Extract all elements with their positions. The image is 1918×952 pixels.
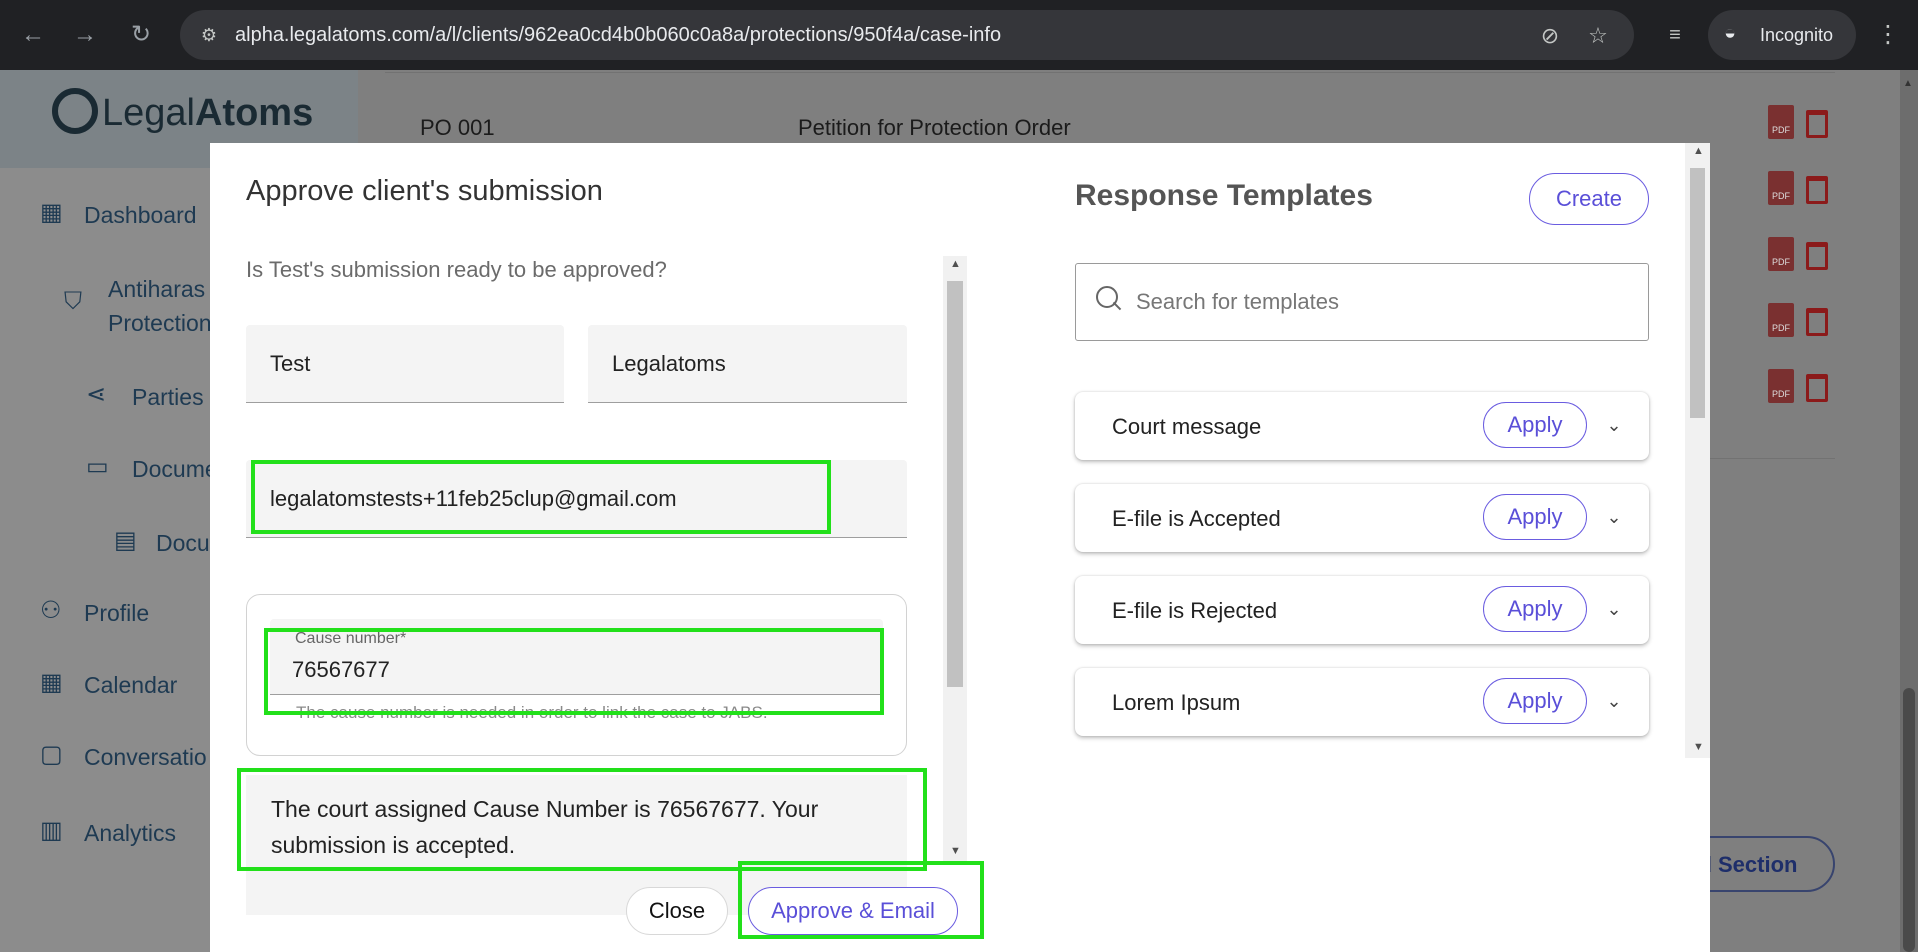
sidebar-item-conversations[interactable]: Conversatio — [84, 744, 207, 771]
form-scrollbar-thumb[interactable] — [947, 281, 963, 687]
archive-icon: ▭ — [86, 453, 109, 480]
sidebar-item-document[interactable]: Docu — [156, 530, 210, 557]
apply-button[interactable]: Apply — [1483, 402, 1587, 448]
incognito-indicator[interactable]: ◒ Incognito — [1708, 10, 1856, 60]
email-field[interactable]: legalatomstests+11feb25clup@gmail.com — [246, 460, 907, 538]
email-value: legalatomstests+11feb25clup@gmail.com — [270, 486, 677, 511]
scroll-up-icon[interactable]: ▲ — [1693, 145, 1704, 157]
apply-button[interactable]: Apply — [1483, 586, 1587, 632]
templates-scrollbar-thumb[interactable] — [1690, 168, 1705, 418]
template-name: E-file is Accepted — [1112, 506, 1281, 531]
scroll-up-icon[interactable]: ▲ — [1903, 78, 1913, 89]
person-icon: ⚇ — [40, 597, 62, 624]
back-arrow-icon[interactable]: ← — [18, 20, 48, 50]
form-scrollbar[interactable]: ▲ ▼ — [943, 256, 967, 861]
template-search-input[interactable] — [1136, 286, 1626, 318]
trash-icon[interactable] — [1806, 308, 1828, 336]
cause-number-label: Cause number* — [295, 630, 407, 647]
page-scrollbar[interactable]: ▲ — [1900, 70, 1918, 952]
sidebar-item-parties[interactable]: Parties — [132, 384, 204, 411]
pdf-icon[interactable]: PDF — [1768, 303, 1794, 337]
template-item[interactable]: E-file is Accepted Apply ⌄ — [1075, 484, 1649, 552]
template-item[interactable]: E-file is Rejected Apply ⌄ — [1075, 576, 1649, 644]
share-icon: ⋖ — [86, 381, 107, 408]
logo[interactable]: LegalAtoms — [52, 88, 313, 138]
sidebar-item-analytics[interactable]: Analytics — [84, 820, 176, 847]
apply-button[interactable]: Apply — [1483, 678, 1587, 724]
dashboard-icon: ▦ — [40, 199, 63, 226]
calendar-icon: ▦ — [40, 669, 63, 696]
tune-icon[interactable]: ⚙ — [196, 22, 222, 48]
kebab-menu-icon[interactable]: ⋮ — [1873, 20, 1903, 50]
sidebar-item-dashboard[interactable]: Dashboard — [84, 202, 197, 229]
approve-email-button[interactable]: Approve & Email — [748, 887, 958, 935]
incognito-icon: ◒ — [1724, 22, 1737, 44]
approval-question: Is Test's submission ready to be approve… — [246, 257, 667, 282]
dialog-title: Approve client's submission — [246, 175, 603, 207]
trash-icon[interactable] — [1806, 242, 1828, 270]
incognito-label: Incognito — [1760, 25, 1834, 45]
template-item[interactable]: Court message Apply ⌄ — [1075, 392, 1649, 460]
close-button[interactable]: Close — [626, 887, 728, 935]
pdf-icon[interactable]: PDF — [1768, 105, 1794, 139]
sidebar-item-antiharassment[interactable]: Antiharas — [108, 276, 205, 303]
template-name: Court message — [1112, 414, 1262, 439]
search-icon — [1096, 286, 1122, 312]
sidebar-item-calendar[interactable]: Calendar — [84, 672, 177, 699]
trash-icon[interactable] — [1806, 374, 1828, 402]
pdf-icon[interactable]: PDF — [1768, 369, 1794, 403]
sidebar-item-profile[interactable]: Profile — [84, 600, 149, 627]
browser-chrome: ← → ↻ ⚙ alpha.legalatoms.com/a/l/clients… — [0, 0, 1918, 70]
analytics-icon: ▥ — [40, 817, 63, 844]
template-search[interactable] — [1075, 263, 1649, 341]
trash-icon[interactable] — [1806, 176, 1828, 204]
scroll-down-icon[interactable]: ▼ — [1693, 741, 1704, 753]
last-name-value: Legalatoms — [612, 351, 726, 376]
url-text[interactable]: alpha.legalatoms.com/a/l/clients/962ea0c… — [235, 24, 1001, 47]
last-name-field[interactable]: Legalatoms — [588, 325, 907, 403]
templates-scrollbar[interactable]: ▲ ▼ — [1685, 143, 1710, 758]
tab-search-icon[interactable]: ≡ — [1660, 20, 1690, 50]
shield-icon: ⛉ — [64, 288, 82, 315]
pdf-icon[interactable]: PDF — [1768, 237, 1794, 271]
apply-button[interactable]: Apply — [1483, 494, 1587, 540]
logo-mark-icon — [52, 88, 98, 134]
doc-code: PO 001 — [420, 115, 495, 140]
document-icon: ▤ — [114, 527, 137, 554]
cause-number-hint: The cause number is needed in order to l… — [296, 703, 768, 722]
template-name: Lorem Ipsum — [1112, 690, 1241, 715]
create-template-button[interactable]: Create — [1529, 173, 1649, 225]
template-name: E-file is Rejected — [1112, 598, 1278, 623]
scroll-down-icon[interactable]: ▼ — [950, 845, 961, 857]
reload-icon[interactable]: ↻ — [126, 20, 156, 50]
page-scrollbar-thumb[interactable] — [1903, 688, 1915, 952]
cause-number-value: 76567677 — [292, 657, 390, 682]
eye-off-icon[interactable]: ⊘ — [1536, 22, 1564, 50]
forward-arrow-icon[interactable]: → — [70, 20, 100, 50]
star-icon[interactable]: ☆ — [1584, 22, 1612, 50]
chat-icon: ▢ — [40, 741, 63, 768]
doc-name: Petition for Protection Order — [798, 115, 1071, 140]
approve-submission-dialog: Approve client's submission Is Test's su… — [210, 143, 1710, 952]
chevron-down-icon[interactable]: ⌄ — [1603, 414, 1625, 436]
first-name-field[interactable]: Test — [246, 325, 564, 403]
scroll-up-icon[interactable]: ▲ — [950, 258, 961, 270]
sidebar-item-protection[interactable]: Protection — [108, 310, 212, 337]
pdf-icon[interactable]: PDF — [1768, 171, 1794, 205]
address-bar[interactable]: ⚙ alpha.legalatoms.com/a/l/clients/962ea… — [180, 10, 1634, 60]
first-name-value: Test — [270, 351, 311, 376]
response-templates-title: Response Templates — [1075, 179, 1373, 212]
trash-icon[interactable] — [1806, 110, 1828, 138]
chevron-down-icon[interactable]: ⌄ — [1603, 598, 1625, 620]
chevron-down-icon[interactable]: ⌄ — [1603, 506, 1625, 528]
sidebar-item-documents[interactable]: Docume — [132, 456, 218, 483]
row-divider — [385, 72, 1835, 73]
message-text: The court assigned Cause Number is 76567… — [271, 796, 819, 858]
template-item[interactable]: Lorem Ipsum Apply ⌄ — [1075, 668, 1649, 736]
chevron-down-icon[interactable]: ⌄ — [1603, 690, 1625, 712]
